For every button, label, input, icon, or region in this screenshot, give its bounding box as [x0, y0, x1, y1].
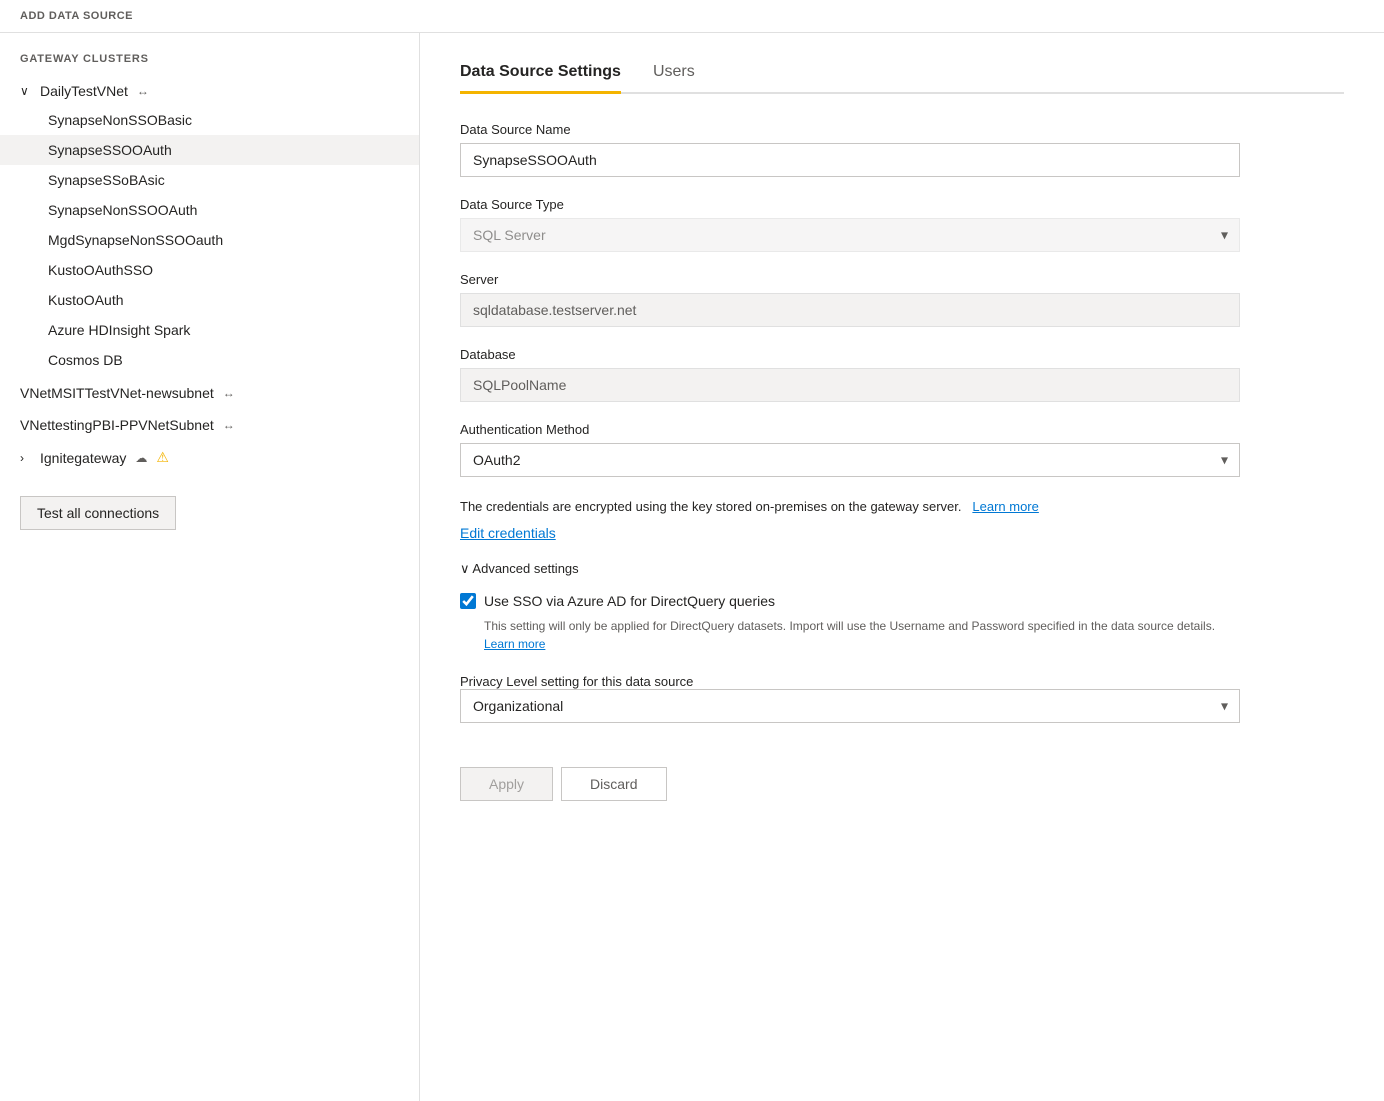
cluster-name-vnetmsit: VNetMSITTestVNet-newsubnet	[20, 385, 214, 401]
datasource-item-synapsenonssbasic[interactable]: SynapseNonSSOBasic	[0, 105, 419, 135]
cluster-name-dailytestvnet: DailyTestVNet	[40, 83, 128, 99]
privacy-level-label: Privacy Level setting for this data sour…	[460, 674, 693, 689]
datasource-item-cosmosdb[interactable]: Cosmos DB	[0, 345, 419, 375]
cluster-name-vnettesting: VNettestingPBI-PPVNetSubnet	[20, 417, 214, 433]
database-label: Database	[460, 347, 1240, 362]
credentials-text: The credentials are encrypted using the …	[460, 497, 1240, 517]
cluster-dailytestvnet: ∨ DailyTestVNet ↔ SynapseNonSSOBasic Syn…	[0, 77, 419, 375]
datasource-item-synapsessobasic[interactable]: SynapseSSoBAsic	[0, 165, 419, 195]
form-group-auth-method: Authentication Method OAuth2	[460, 422, 1240, 477]
content-area: Data Source Settings Users Data Source N…	[420, 33, 1384, 1101]
datasource-item-kustooauth[interactable]: KustoOAuth	[0, 285, 419, 315]
top-bar-label: ADD DATA SOURCE	[20, 10, 133, 22]
datasource-type-label: Data Source Type	[460, 197, 1240, 212]
advanced-settings-section: ∨ Advanced settings Use SSO via Azure AD…	[460, 561, 1240, 723]
datasource-item-mgdsynapsenonssooauth[interactable]: MgdSynapseNonSSOOauth	[0, 225, 419, 255]
cluster-vnettesting: VNettestingPBI-PPVNetSubnet ↔	[0, 411, 419, 439]
privacy-level-select[interactable]: Organizational	[460, 689, 1240, 723]
server-label: Server	[460, 272, 1240, 287]
datasource-type-select[interactable]: SQL Server	[460, 218, 1240, 252]
network-icon-vnettesting: ↔	[220, 418, 238, 432]
chevron-right-icon-ignitegateway: ›	[20, 451, 34, 465]
network-icon-vnetmsit: ↔	[220, 386, 238, 400]
tab-data-source-settings[interactable]: Data Source Settings	[460, 53, 621, 94]
auth-method-select[interactable]: OAuth2	[460, 443, 1240, 477]
form-section: Data Source Name Data Source Type SQL Se…	[460, 122, 1240, 801]
discard-button[interactable]: Discard	[561, 767, 666, 801]
network-icon-dailytestvnet: ↔	[134, 84, 152, 98]
sso-checkbox-label: Use SSO via Azure AD for DirectQuery que…	[484, 593, 775, 609]
main-layout: GATEWAY CLUSTERS ∨ DailyTestVNet ↔ Synap…	[0, 33, 1384, 1101]
auth-method-label: Authentication Method	[460, 422, 1240, 437]
cluster-header-dailytestvnet[interactable]: ∨ DailyTestVNet ↔	[0, 77, 419, 105]
form-group-datasource-type: Data Source Type SQL Server	[460, 197, 1240, 252]
datasource-item-synapsessooauth[interactable]: SynapseSSOOAuth	[0, 135, 419, 165]
datasource-name-label: Data Source Name	[460, 122, 1240, 137]
form-group-database: Database	[460, 347, 1240, 402]
form-group-server: Server	[460, 272, 1240, 327]
chevron-down-advanced-icon: ∨	[460, 561, 470, 576]
cluster-header-ignitegateway[interactable]: › Ignitegateway ☁ ⚠	[0, 443, 419, 472]
chevron-down-icon: ∨	[20, 84, 34, 98]
top-bar: ADD DATA SOURCE	[0, 0, 1384, 33]
auth-method-select-wrapper: OAuth2	[460, 443, 1240, 477]
cloud-icon-ignitegateway: ☁	[132, 451, 150, 465]
form-group-datasource-name: Data Source Name	[460, 122, 1240, 177]
cluster-vnetmsit: VNetMSITTestVNet-newsubnet ↔	[0, 379, 419, 407]
action-buttons: Apply Discard	[460, 751, 1240, 801]
test-all-connections-button[interactable]: Test all connections	[20, 496, 176, 530]
datasource-type-select-wrapper: SQL Server	[460, 218, 1240, 252]
advanced-settings-header[interactable]: ∨ Advanced settings	[460, 561, 1240, 577]
datasource-item-azurehdinsight[interactable]: Azure HDInsight Spark	[0, 315, 419, 345]
form-group-privacy-level: Privacy Level setting for this data sour…	[460, 673, 1240, 723]
tab-users[interactable]: Users	[653, 53, 695, 94]
privacy-level-select-wrapper: Organizational	[460, 689, 1240, 723]
datasource-name-input[interactable]	[460, 143, 1240, 177]
learn-more-credentials-link[interactable]: Learn more	[972, 499, 1038, 514]
learn-more-sso-link[interactable]: Learn more	[484, 637, 545, 651]
edit-credentials-link[interactable]: Edit credentials	[460, 525, 556, 541]
datasource-item-kustooauthsso[interactable]: KustoOAuthSSO	[0, 255, 419, 285]
cluster-name-ignitegateway: Ignitegateway	[40, 450, 126, 466]
tabs: Data Source Settings Users	[460, 53, 1344, 94]
cluster-header-vnetmsit[interactable]: VNetMSITTestVNet-newsubnet ↔	[0, 379, 419, 407]
datasource-item-synapsenonssooauth[interactable]: SynapseNonSSOOAuth	[0, 195, 419, 225]
database-input	[460, 368, 1240, 402]
sso-checkbox-row: Use SSO via Azure AD for DirectQuery que…	[460, 593, 1240, 609]
apply-button[interactable]: Apply	[460, 767, 553, 801]
warning-icon-ignitegateway: ⚠	[156, 449, 169, 466]
sidebar: GATEWAY CLUSTERS ∨ DailyTestVNet ↔ Synap…	[0, 33, 420, 1101]
cluster-header-vnettesting[interactable]: VNettestingPBI-PPVNetSubnet ↔	[0, 411, 419, 439]
server-input	[460, 293, 1240, 327]
sso-checkbox-description: This setting will only be applied for Di…	[484, 617, 1240, 653]
form-group-credentials: The credentials are encrypted using the …	[460, 497, 1240, 541]
sidebar-section-title: GATEWAY CLUSTERS	[0, 53, 419, 77]
cluster-ignitegateway: › Ignitegateway ☁ ⚠	[0, 443, 419, 472]
sso-checkbox[interactable]	[460, 593, 476, 609]
